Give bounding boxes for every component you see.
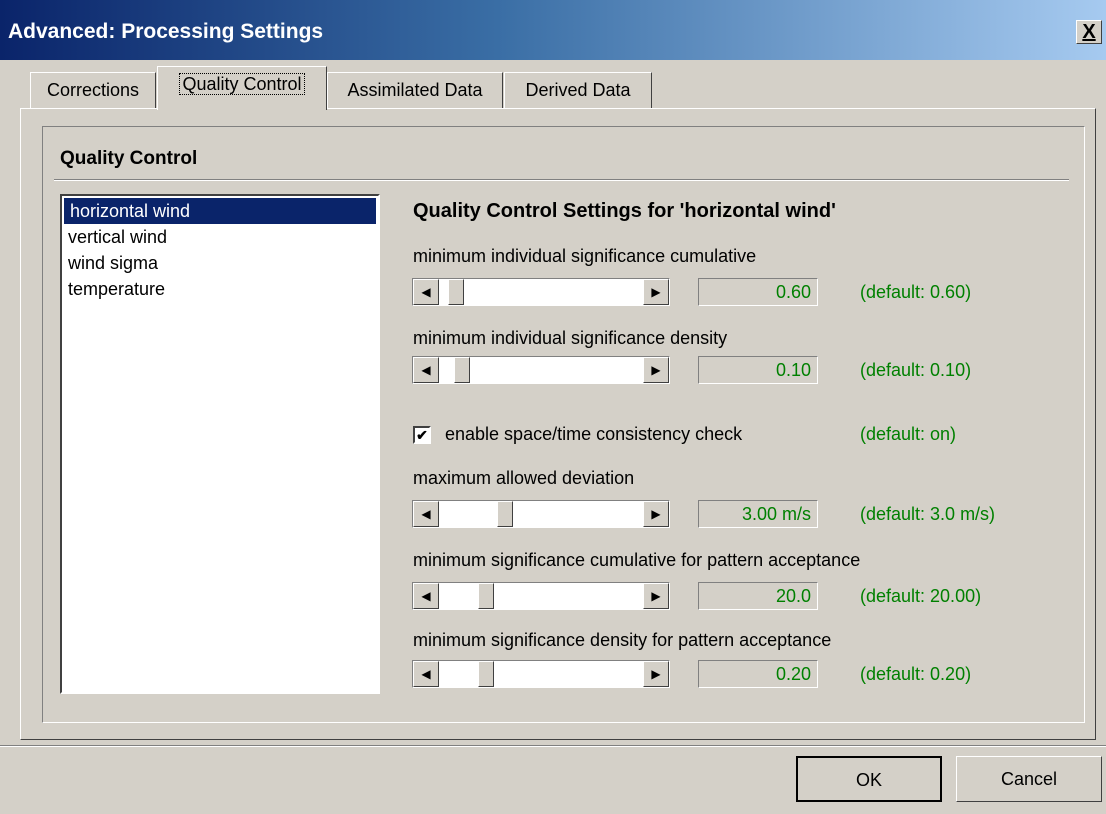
value-field: 0.20 [698,660,818,688]
default-label: (default: 3.0 m/s) [860,504,996,524]
tab-derived-data[interactable]: Derived Data [504,72,652,108]
group-title: Quality Control [60,148,198,169]
left-arrow-icon[interactable]: ◀ [413,357,439,383]
tab-assimilated-data[interactable]: Assimilated Data [327,72,503,108]
default-label: (default: 0.20) [860,664,972,684]
footer-separator [0,745,1106,747]
max-deviation-slider[interactable]: ◀ ▶ [412,500,670,528]
title-bar: Advanced: Processing Settings X [0,0,1106,60]
pattern-cumulative-slider[interactable]: ◀ ▶ [412,582,670,610]
default-label: (default: 0.60) [860,282,972,302]
right-arrow-icon[interactable]: ▶ [643,279,669,305]
right-arrow-icon[interactable]: ▶ [643,583,669,609]
left-arrow-icon[interactable]: ◀ [413,583,439,609]
cancel-button[interactable]: Cancel [956,756,1102,802]
list-item-temperature[interactable]: temperature [62,276,378,302]
default-label: (default: 0.10) [860,360,972,380]
significance-density-slider[interactable]: ◀ ▶ [412,356,670,384]
list-item-vertical-wind[interactable]: vertical wind [62,224,378,250]
slider-thumb[interactable] [478,583,494,609]
list-item-wind-sigma[interactable]: wind sigma [62,250,378,276]
tab-label: Quality Control [179,73,305,95]
settings-title: Quality Control Settings for 'horizontal… [413,200,836,222]
setting-label: minimum significance cumulative for patt… [413,550,861,570]
right-arrow-icon[interactable]: ▶ [643,357,669,383]
default-label: (default: 20.00) [860,586,982,606]
ok-button[interactable]: OK [796,756,942,802]
slider-thumb[interactable] [478,661,494,687]
setting-label: minimum individual significance density [413,328,728,348]
slider-thumb[interactable] [454,357,470,383]
consistency-checkbox[interactable]: ✔ [413,426,431,444]
group-divider [54,179,1069,181]
left-arrow-icon[interactable]: ◀ [413,661,439,687]
tab-corrections[interactable]: Corrections [30,72,156,108]
pattern-density-slider[interactable]: ◀ ▶ [412,660,670,688]
tab-quality-control[interactable]: Quality Control [157,66,327,110]
slider-thumb[interactable] [497,501,513,527]
close-button[interactable]: X [1076,20,1102,44]
slider-thumb[interactable] [448,279,464,305]
right-arrow-icon[interactable]: ▶ [643,501,669,527]
setting-label: minimum individual significance cumulati… [413,246,757,266]
value-field: 0.10 [698,356,818,384]
significance-cumulative-slider[interactable]: ◀ ▶ [412,278,670,306]
left-arrow-icon[interactable]: ◀ [413,279,439,305]
setting-label: minimum significance density for pattern… [413,630,832,650]
tab-label: Assimilated Data [347,80,483,100]
window-title: Advanced: Processing Settings [8,20,324,43]
tab-label: Corrections [46,80,140,100]
value-field: 20.0 [698,582,818,610]
right-arrow-icon[interactable]: ▶ [643,661,669,687]
list-item-horizontal-wind[interactable]: horizontal wind [64,198,376,224]
tab-label: Derived Data [525,80,631,100]
value-field: 0.60 [698,278,818,306]
left-arrow-icon[interactable]: ◀ [413,501,439,527]
default-label: (default: on) [860,424,957,444]
variable-listbox[interactable]: horizontal wind vertical wind wind sigma… [60,194,380,694]
setting-label: maximum allowed deviation [413,468,635,488]
consistency-label: enable space/time consistency check [445,424,743,444]
value-field: 3.00 m/s [698,500,818,528]
